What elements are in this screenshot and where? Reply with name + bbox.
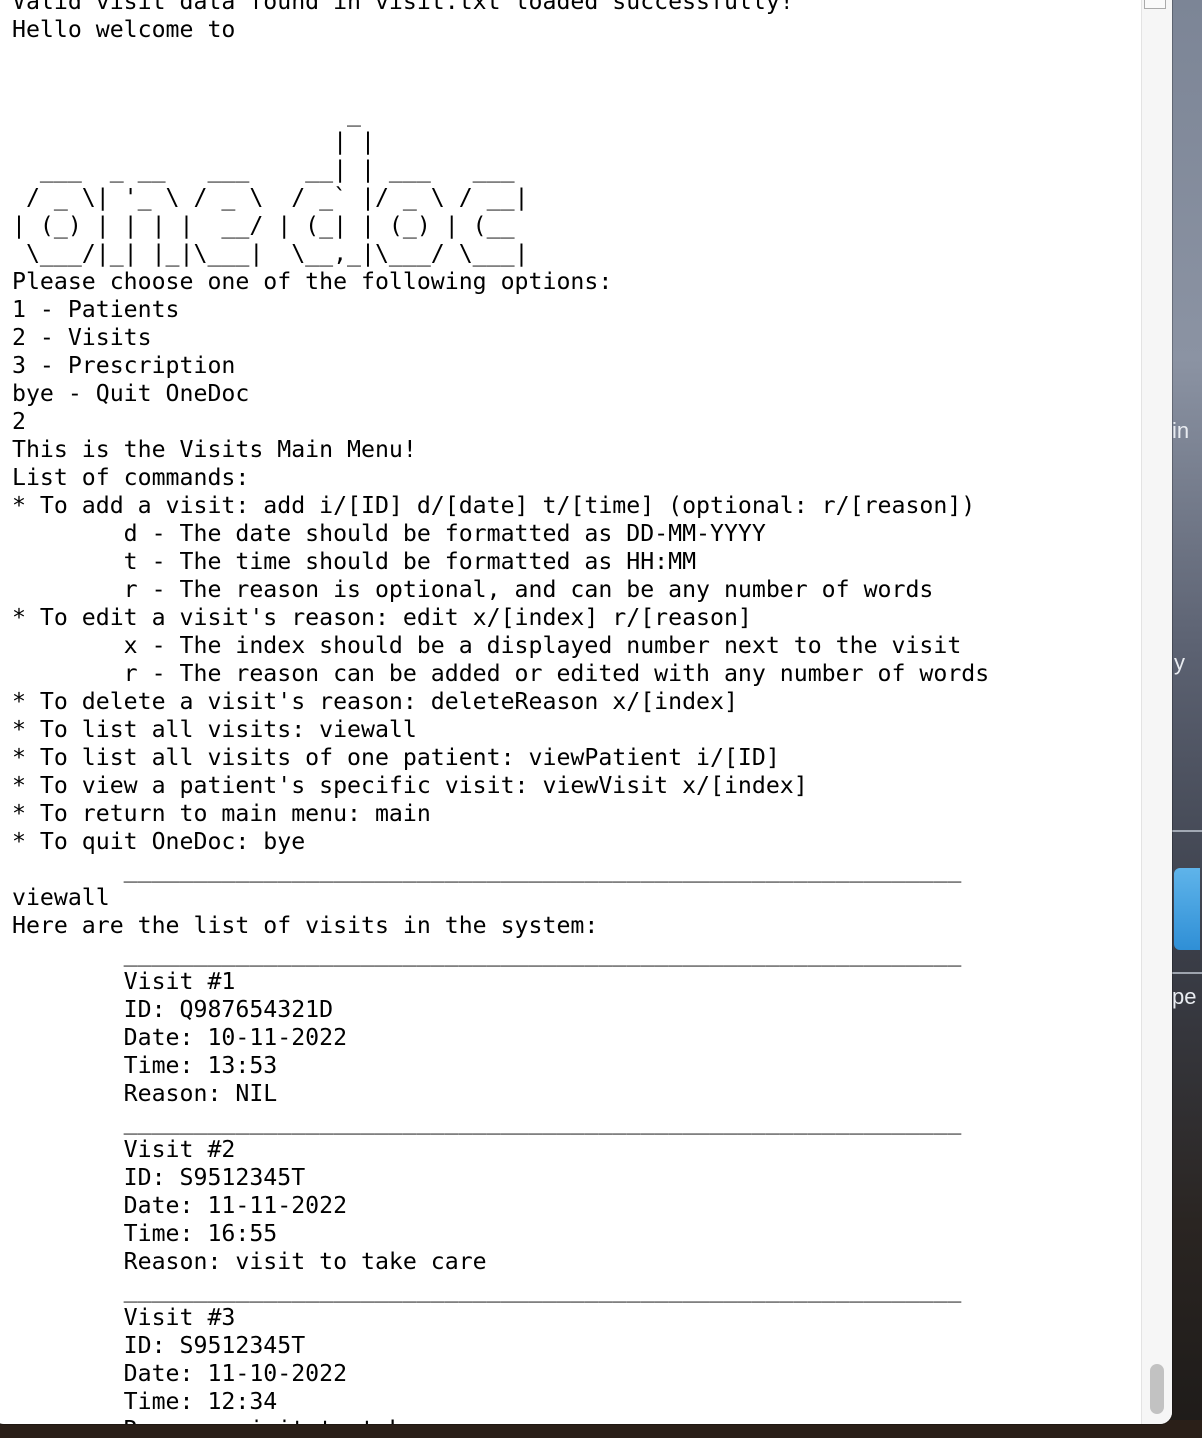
terminal-line: Please choose one of the following optio…: [12, 268, 613, 295]
terminal-line: 3 - Prescription: [12, 352, 236, 379]
terminal-line: _: [12, 100, 362, 127]
terminal-line: * To view a patient's specific visit: vi…: [12, 772, 808, 799]
terminal-line: Time: 12:34: [12, 1388, 278, 1415]
scroll-up-button[interactable]: [1144, 0, 1166, 9]
terminal-line: ID: S9512345T: [12, 1164, 306, 1191]
terminal-line: * To add a visit: add i/[ID] d/[date] t/…: [12, 492, 976, 519]
desktop-label-fragment: in: [1172, 418, 1190, 443]
desktop-divider: [1172, 830, 1202, 832]
terminal-line: ID: Q987654321D: [12, 996, 334, 1023]
terminal-line: Visit #1: [12, 968, 236, 995]
terminal-line: Here are the list of visits in the syste…: [12, 912, 599, 939]
terminal-line: ID: S9512345T: [12, 1332, 306, 1359]
terminal-line: r - The reason is optional, and can be a…: [12, 576, 934, 603]
desktop-divider: [1172, 972, 1202, 974]
terminal-output[interactable]: Valid visit data found in visit.txt load…: [12, 0, 1136, 1424]
terminal-line: x - The index should be a displayed numb…: [12, 632, 962, 659]
terminal-line: Date: 11-10-2022: [12, 1360, 348, 1387]
terminal-line: ________________________________________…: [12, 1108, 962, 1135]
terminal-line: ________________________________________…: [12, 940, 962, 967]
terminal-line: d - The date should be formatted as DD-M…: [12, 520, 766, 547]
terminal-line: | (_) | | | | __/ | (_| | (_) | (__: [12, 212, 515, 239]
terminal-line: Time: 16:55: [12, 1220, 278, 1247]
terminal-line: / _ \| '_ \ / _ \ / _` |/ _ \ / __|: [12, 184, 529, 211]
terminal-line: This is the Visits Main Menu!: [12, 436, 417, 463]
terminal-line: r - The reason can be added or edited wi…: [12, 660, 990, 687]
terminal-line: * To list all visits of one patient: vie…: [12, 744, 780, 771]
terminal-line: List of commands:: [12, 464, 250, 491]
terminal-line: bye - Quit OneDoc: [12, 380, 250, 407]
terminal-line: Date: 10-11-2022: [12, 1024, 348, 1051]
terminal-line: 2 - Visits: [12, 324, 152, 351]
terminal-line: * To list all visits: viewall: [12, 716, 417, 743]
folder-icon[interactable]: [1174, 868, 1200, 950]
terminal-line: Visit #3: [12, 1304, 236, 1331]
terminal-line: Visit #2: [12, 1136, 236, 1163]
terminal-line: viewall: [12, 884, 110, 911]
terminal-line: t - The time should be formatted as HH:M…: [12, 548, 697, 575]
terminal-window[interactable]: Valid visit data found in visit.txt load…: [0, 0, 1172, 1424]
terminal-line: Date: 11-11-2022: [12, 1192, 348, 1219]
terminal-line: \___/|_| |_|\___| \__,_|\___/ \___|: [12, 240, 529, 267]
terminal-line: Reason: visit to take care: [12, 1248, 487, 1275]
desktop-label-fragment: y: [1174, 650, 1185, 675]
scroll-thumb[interactable]: [1150, 1364, 1164, 1414]
desktop-background: in y pe: [1172, 0, 1202, 1438]
terminal-line: Reason: NIL: [12, 1080, 278, 1107]
terminal-line: Hello welcome to: [12, 16, 236, 43]
terminal-line: ___ _ __ ___ __| | ___ ___: [12, 156, 515, 183]
terminal-line: Time: 13:53: [12, 1052, 278, 1079]
terminal-line: ________________________________________…: [12, 1276, 962, 1303]
terminal-line: * To quit OneDoc: bye: [12, 828, 306, 855]
desktop-label-fragment: pe: [1172, 984, 1197, 1009]
terminal-line: * To edit a visit's reason: edit x/[inde…: [12, 604, 752, 631]
scrollbar[interactable]: [1141, 0, 1172, 1424]
terminal-line: * To return to main menu: main: [12, 800, 431, 827]
terminal-line: ________________________________________…: [12, 856, 962, 883]
terminal-line: | |: [12, 128, 375, 155]
terminal-line: * To delete a visit's reason: deleteReas…: [12, 688, 738, 715]
terminal-line: 1 - Patients: [12, 296, 180, 323]
terminal-line: Valid visit data found in visit.txt load…: [12, 0, 794, 15]
terminal-line: 2: [12, 408, 26, 435]
terminal-line: Reason: visit to take care: [12, 1416, 1136, 1424]
